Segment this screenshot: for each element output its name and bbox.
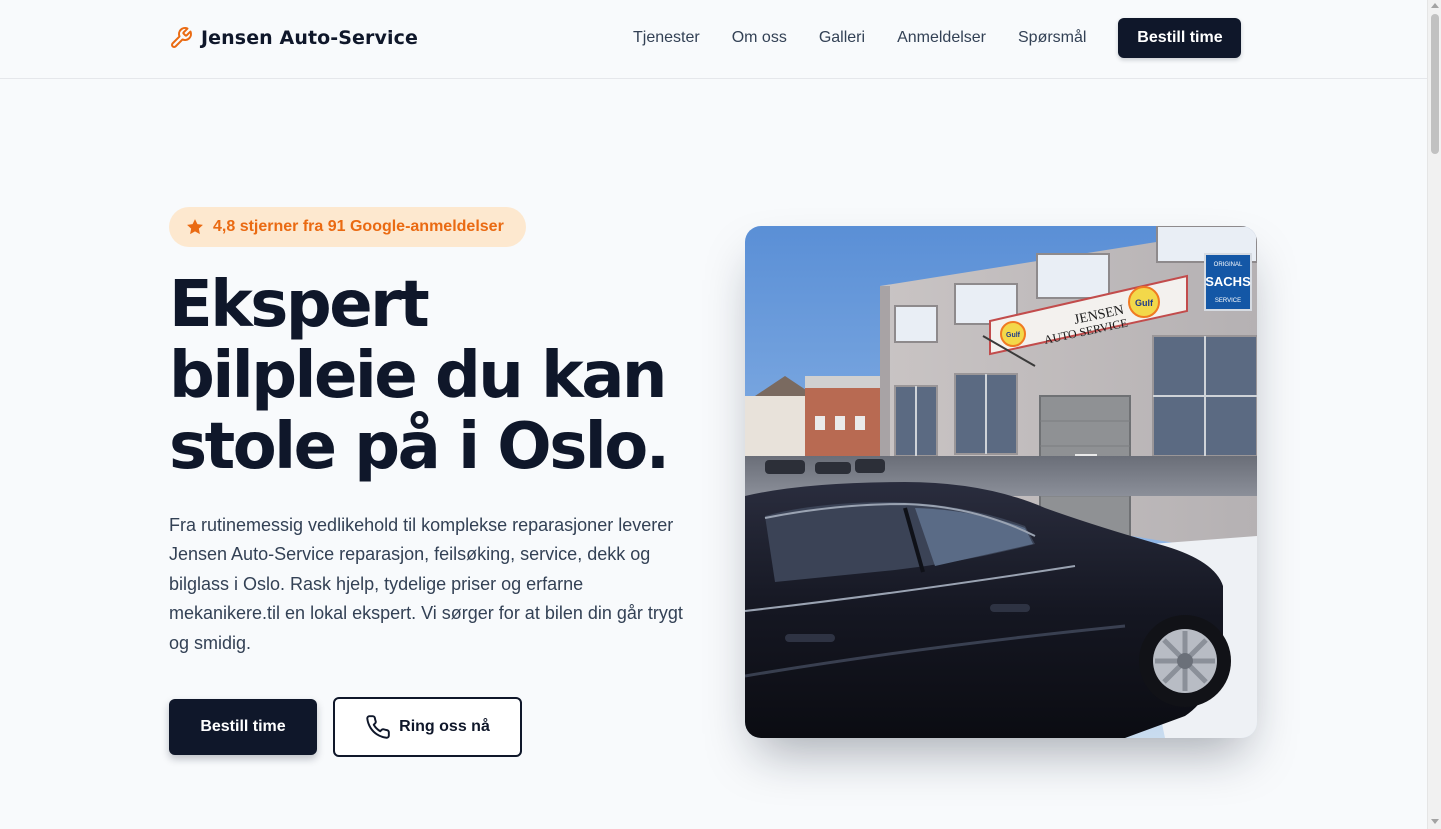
call-us-button[interactable]: Ring oss nå xyxy=(333,697,522,757)
main-nav: Tjenester Om oss Galleri Anmeldelser Spø… xyxy=(617,18,1242,58)
hero-headline: Ekspert bilpleie du kan stole på i Oslo. xyxy=(169,270,709,483)
nav-link-galleri[interactable]: Galleri xyxy=(803,29,881,47)
nav-link-tjenester[interactable]: Tjenester xyxy=(617,29,716,47)
headline-line-1: Ekspert xyxy=(169,268,430,342)
gulf-sign-large: Gulf xyxy=(1135,298,1154,308)
hero-photo: Gulf JENSEN AUTO SERVICE Gulf ORIGINAL S… xyxy=(745,226,1257,738)
call-us-label: Ring oss nå xyxy=(399,718,490,735)
headline-line-3: stole på i Oslo. xyxy=(169,410,670,484)
site-header: Jensen Auto-Service Tjenester Om oss Gal… xyxy=(0,0,1427,79)
phone-icon xyxy=(366,715,390,739)
nav-link-sporsmal[interactable]: Spørsmål xyxy=(1002,29,1102,47)
headline-line-2: bilpleie du kan xyxy=(169,339,667,413)
scroll-up-arrow-icon[interactable] xyxy=(1431,3,1439,8)
book-appointment-button[interactable]: Bestill time xyxy=(169,699,317,755)
sachs-sign-top: ORIGINAL xyxy=(1214,262,1243,268)
nav-link-om-oss[interactable]: Om oss xyxy=(716,29,803,47)
brand-logo[interactable]: Jensen Auto-Service xyxy=(169,26,418,50)
rating-badge: 4,8 stjerner fra 91 Google-anmeldelser xyxy=(169,207,526,247)
scroll-down-arrow-icon[interactable] xyxy=(1431,819,1439,824)
brand-name: Jensen Auto-Service xyxy=(201,27,418,49)
star-icon xyxy=(187,219,203,235)
sachs-sign-bottom: SERVICE xyxy=(1215,298,1241,304)
nav-link-anmeldelser[interactable]: Anmeldelser xyxy=(881,29,1002,47)
gulf-sign-small: Gulf xyxy=(1006,332,1021,339)
wrench-icon xyxy=(171,27,192,48)
rating-text: 4,8 stjerner fra 91 Google-anmeldelser xyxy=(213,218,504,235)
hero-description: Fra rutinemessig vedlikehold til komplek… xyxy=(169,515,683,653)
sachs-sign-main: SACHS xyxy=(1205,274,1251,289)
scrollbar-thumb[interactable] xyxy=(1431,14,1439,154)
page-scrollbar[interactable] xyxy=(1427,0,1441,829)
header-book-button[interactable]: Bestill time xyxy=(1118,18,1242,58)
